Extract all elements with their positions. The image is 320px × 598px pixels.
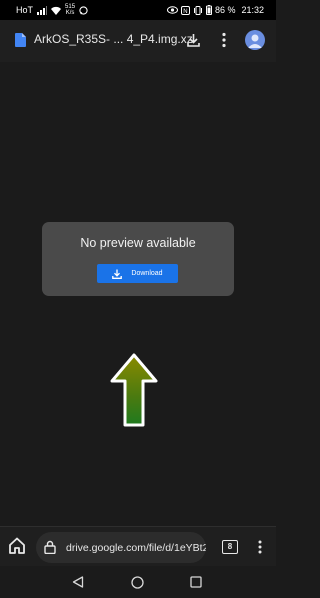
download-icon[interactable]: [187, 33, 200, 47]
file-icon: [15, 33, 26, 47]
eye-icon: [166, 6, 178, 14]
account-avatar[interactable]: [245, 30, 265, 50]
download-icon: [112, 269, 123, 279]
file-title: ArkOS_R35S- ... 4_P4.img.xz: [34, 32, 193, 46]
no-preview-card: No preview available Download: [42, 222, 234, 296]
wifi-icon: [51, 6, 62, 15]
back-icon[interactable]: [72, 576, 84, 588]
system-nav-bar: [0, 566, 276, 598]
recents-icon[interactable]: [190, 576, 202, 588]
nfc-icon: N: [180, 5, 190, 15]
no-preview-message: No preview available: [80, 236, 196, 250]
vibrate-icon: [193, 5, 202, 15]
download-button[interactable]: Download: [97, 264, 178, 283]
status-time: 21:32: [241, 5, 264, 15]
url-text[interactable]: drive.google.com/file/d/1eYBt2: [66, 542, 206, 554]
app-bar: ArkOS_R35S- ... 4_P4.img.xz: [0, 20, 276, 62]
carrier-label: HoT: [16, 5, 34, 15]
download-label: Download: [131, 270, 163, 277]
status-left: HoT 515 K/s: [16, 0, 88, 20]
speed-unit: K/s: [65, 10, 75, 16]
whatsapp-icon: [79, 5, 88, 15]
nav-home-icon[interactable]: [131, 576, 144, 589]
browser-menu-icon[interactable]: [257, 540, 263, 554]
tab-switcher-button[interactable]: 8: [222, 540, 238, 554]
viewer-area: No preview available Download: [0, 62, 276, 526]
battery-icon: [205, 5, 212, 15]
browser-toolbar: drive.google.com/file/d/1eYBt2 8: [0, 526, 276, 567]
more-vert-icon[interactable]: [221, 32, 227, 48]
svg-text:N: N: [183, 9, 187, 15]
signal-icon: [37, 5, 48, 15]
person-icon: [248, 34, 262, 48]
address-bar[interactable]: drive.google.com/file/d/1eYBt2: [36, 532, 206, 563]
up-arrow-annotation: [110, 353, 158, 427]
lock-icon[interactable]: [44, 540, 56, 554]
home-icon[interactable]: [8, 537, 26, 554]
status-bar: HoT 515 K/s N 86 % 21:32: [0, 0, 276, 20]
status-right: N 86 % 21:32: [166, 0, 264, 20]
battery-percent: 86 %: [214, 5, 236, 15]
network-speed: 515 K/s: [65, 4, 75, 16]
